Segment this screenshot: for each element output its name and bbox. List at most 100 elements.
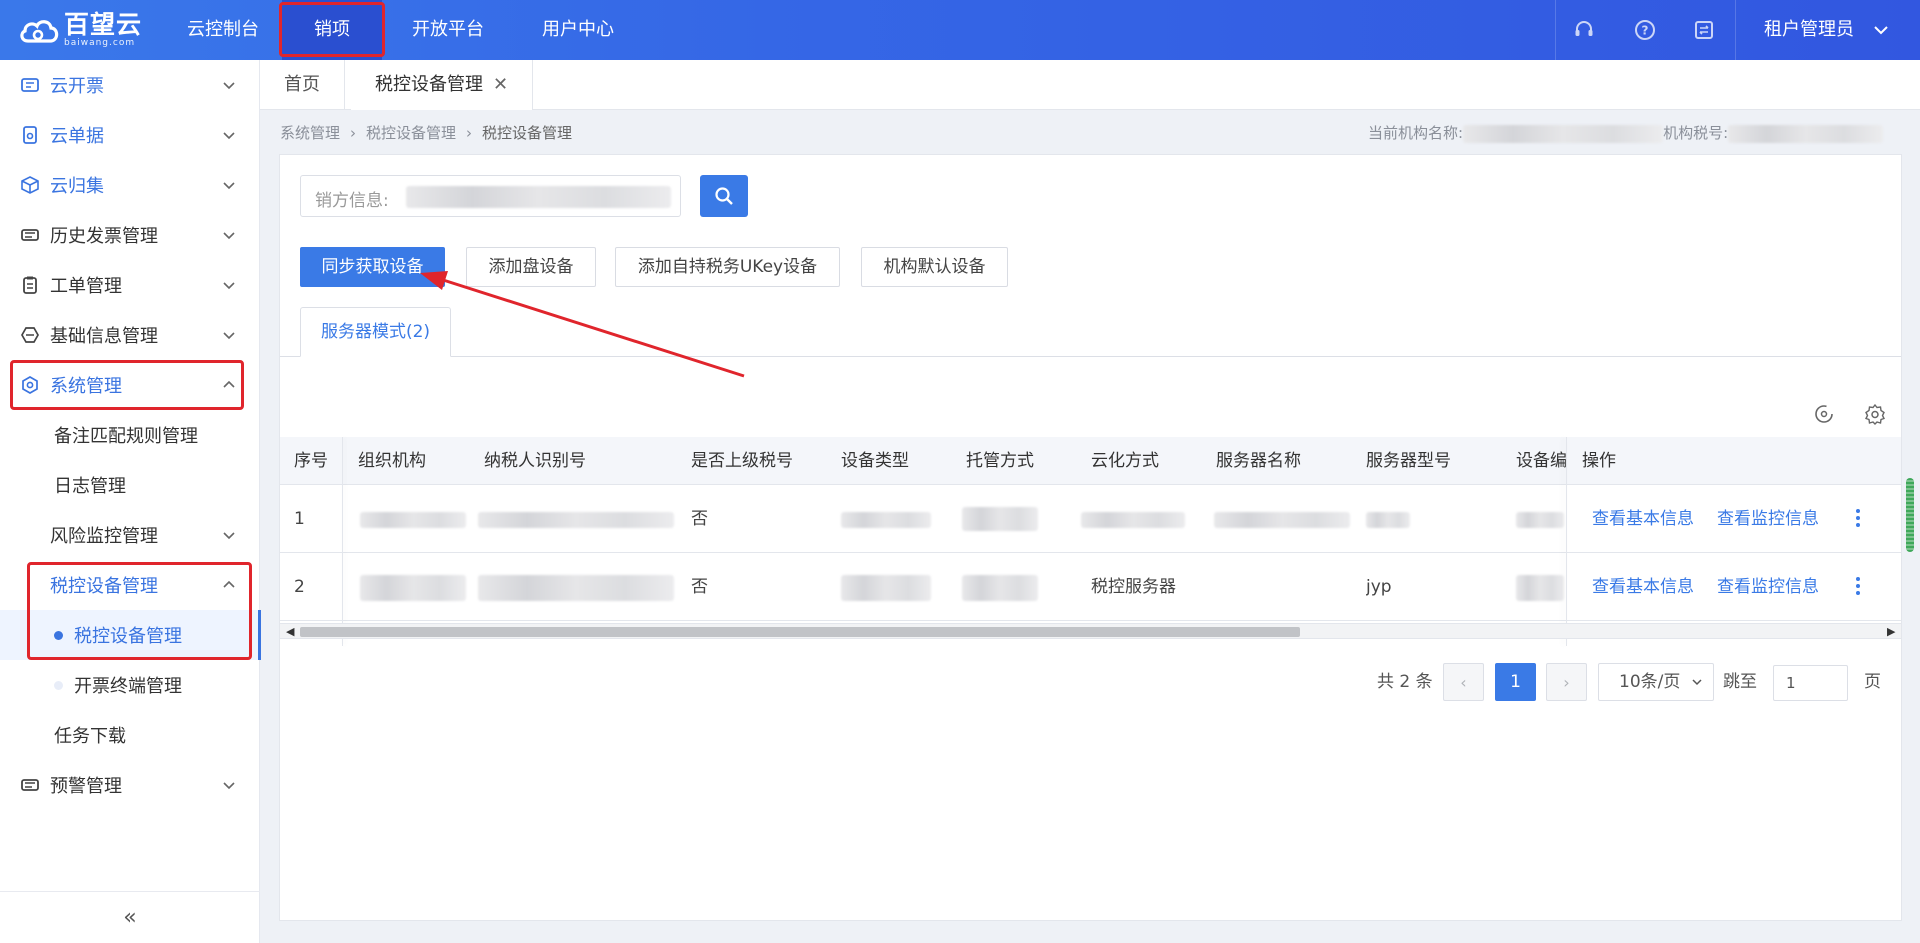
seller-info-input[interactable]: 销方信息: — [300, 175, 681, 217]
sidebar-item-label: 备注匹配规则管理 — [54, 426, 198, 447]
sidebar-item-label: 预警管理 — [50, 776, 122, 797]
current-page-button[interactable]: 1 — [1495, 663, 1536, 701]
refresh-icon[interactable] — [1813, 403, 1835, 425]
view-monitor-info-link[interactable]: 查看监控信息 — [1717, 553, 1819, 621]
breadcrumb-current: 税控设备管理 — [482, 124, 573, 142]
scrollbar-thumb[interactable] — [300, 627, 1300, 637]
redacted-server-model — [1366, 512, 1410, 528]
prev-page-button[interactable]: ‹ — [1443, 663, 1484, 701]
row-index: 1 — [294, 509, 305, 529]
search-button[interactable] — [700, 175, 748, 217]
chevron-down-icon — [223, 182, 235, 190]
switch-icon[interactable] — [1688, 14, 1720, 46]
table-row: 2 否 税控服务器 jyp 查看基本信息 查看监控信息 — [280, 553, 1901, 621]
tab-tax-device[interactable]: 税控设备管理 ✕ — [351, 60, 534, 110]
sidebar-item-cloud-collection[interactable]: 云归集 — [0, 160, 260, 210]
fixed-column-divider — [1566, 437, 1567, 646]
sync-devices-button[interactable]: 同步获取设备 — [300, 247, 445, 287]
column-header: 托管方式 — [966, 451, 1034, 471]
column-header: 纳税人识别号 — [484, 451, 586, 471]
server-model: jyp — [1366, 577, 1392, 597]
nav-sales-highlight-box — [279, 2, 385, 57]
table-header: 序号 组织机构 纳税人识别号 是否上级税号 设备类型 托管方式 云化方式 服务器… — [280, 437, 1901, 485]
column-header: 组织机构 — [358, 451, 426, 471]
sidebar-item-label: 云单据 — [50, 126, 104, 147]
fixed-column-divider — [342, 437, 343, 646]
add-disk-device-button[interactable]: 添加盘设备 — [466, 247, 596, 287]
sidebar-item-risk-monitor[interactable]: 风险监控管理 — [0, 510, 260, 560]
sidebar-item-label: 开票终端管理 — [74, 676, 182, 697]
redacted-server-name — [1214, 512, 1350, 528]
redacted-tax-id — [478, 575, 674, 601]
sidebar-item-cloud-invoice[interactable]: 云开票 — [0, 60, 260, 110]
sidebar-item-label: 云归集 — [50, 176, 104, 197]
redacted-cloud-mode — [1081, 512, 1185, 528]
view-basic-info-link[interactable]: 查看基本信息 — [1592, 485, 1694, 553]
column-header: 序号 — [294, 451, 328, 471]
sidebar-item-work-orders[interactable]: 工单管理 — [0, 260, 260, 310]
view-basic-info-link[interactable]: 查看基本信息 — [1592, 553, 1694, 621]
breadcrumb-item[interactable]: 系统管理 — [280, 124, 340, 142]
sidebar-item-remark-rules[interactable]: 备注匹配规则管理 — [0, 410, 260, 460]
tab-label: 首页 — [284, 74, 320, 95]
sidebar-item-task-download[interactable]: 任务下载 — [0, 710, 260, 760]
sidebar-item-label: 历史发票管理 — [50, 226, 158, 247]
headset-icon[interactable] — [1568, 14, 1600, 46]
scroll-right-icon[interactable]: ▶ — [1887, 625, 1895, 638]
horizontal-scrollbar[interactable]: ◀ ▶ — [280, 623, 1901, 639]
next-page-button[interactable]: › — [1546, 663, 1587, 701]
org-info: 当前机构名称: 机构税号: — [1368, 122, 1884, 143]
more-actions-icon[interactable] — [1856, 509, 1860, 530]
tax-device-highlight-box — [27, 562, 252, 660]
nav-open-platform[interactable]: 开放平台 — [398, 0, 498, 60]
chevron-down-icon[interactable] — [1872, 21, 1890, 39]
chevron-down-icon — [223, 82, 235, 90]
more-actions-icon[interactable] — [1856, 577, 1860, 598]
sidebar-item-logs[interactable]: 日志管理 — [0, 460, 260, 510]
tab-server-mode[interactable]: 服务器模式(2) — [300, 307, 451, 357]
invoice-history-icon — [21, 229, 39, 241]
help-icon[interactable]: ? — [1629, 14, 1661, 46]
user-menu[interactable]: 租户管理员 — [1764, 0, 1854, 60]
close-icon[interactable]: ✕ — [493, 60, 508, 110]
nav-console[interactable]: 云控制台 — [172, 0, 274, 60]
column-header: 是否上级税号 — [691, 451, 793, 471]
add-ukey-device-button[interactable]: 添加自持税务UKey设备 — [615, 247, 840, 287]
page-size-value: 10条/页 — [1619, 672, 1681, 692]
vertical-scrollbar[interactable] — [1906, 478, 1914, 552]
sidebar-item-terminal[interactable]: 开票终端管理 — [0, 660, 260, 710]
total-count: 共 2 条 — [1377, 672, 1433, 692]
box-icon — [21, 176, 39, 194]
logo-subtext: baiwang.com — [64, 38, 136, 48]
breadcrumb: 系统管理 › 税控设备管理 › 税控设备管理 — [280, 124, 573, 142]
sidebar-item-warning[interactable]: 预警管理 — [0, 760, 260, 810]
default-device-button[interactable]: 机构默认设备 — [861, 247, 1008, 287]
sidebar-item-cloud-documents[interactable]: 云单据 — [0, 110, 260, 160]
gear-icon[interactable] — [1864, 403, 1886, 425]
nav-user-center[interactable]: 用户中心 — [528, 0, 628, 60]
ticket-icon — [21, 78, 39, 92]
breadcrumb-item[interactable]: 税控设备管理 — [366, 124, 456, 142]
table-row: 1 否 查看基本信息 查看监控信息 — [280, 485, 1901, 553]
chevron-down-icon — [223, 232, 235, 240]
org-name-label: 当前机构名称: — [1368, 124, 1464, 142]
sidebar-item-history-invoice[interactable]: 历史发票管理 — [0, 210, 260, 260]
page-size-select[interactable]: 10条/页 — [1598, 663, 1714, 701]
sidebar-item-basic-info[interactable]: 基础信息管理 — [0, 310, 260, 360]
view-monitor-info-link[interactable]: 查看监控信息 — [1717, 485, 1819, 553]
logo[interactable]: 百望云 baiwang.com — [18, 12, 142, 48]
divider — [1555, 0, 1556, 60]
jump-page-input[interactable]: 1 — [1773, 665, 1848, 701]
column-header: 设备编 — [1516, 451, 1566, 471]
column-header: 服务器型号 — [1366, 451, 1451, 471]
scroll-left-icon[interactable]: ◀ — [286, 625, 294, 638]
redacted-org — [360, 575, 466, 601]
redacted-device-code — [1516, 575, 1564, 601]
cloud-mode: 税控服务器 — [1091, 577, 1176, 597]
collapse-sidebar-button[interactable]: « — [0, 891, 260, 943]
sidebar-item-label: 风险监控管理 — [50, 526, 158, 547]
redacted-device-code — [1516, 512, 1564, 528]
redacted-device-type — [841, 575, 931, 601]
main-panel: 销方信息: 同步获取设备 添加盘设备 添加自持税务UKey设备 机构默认设备 服… — [279, 154, 1902, 921]
tab-home[interactable]: 首页 — [260, 60, 345, 110]
